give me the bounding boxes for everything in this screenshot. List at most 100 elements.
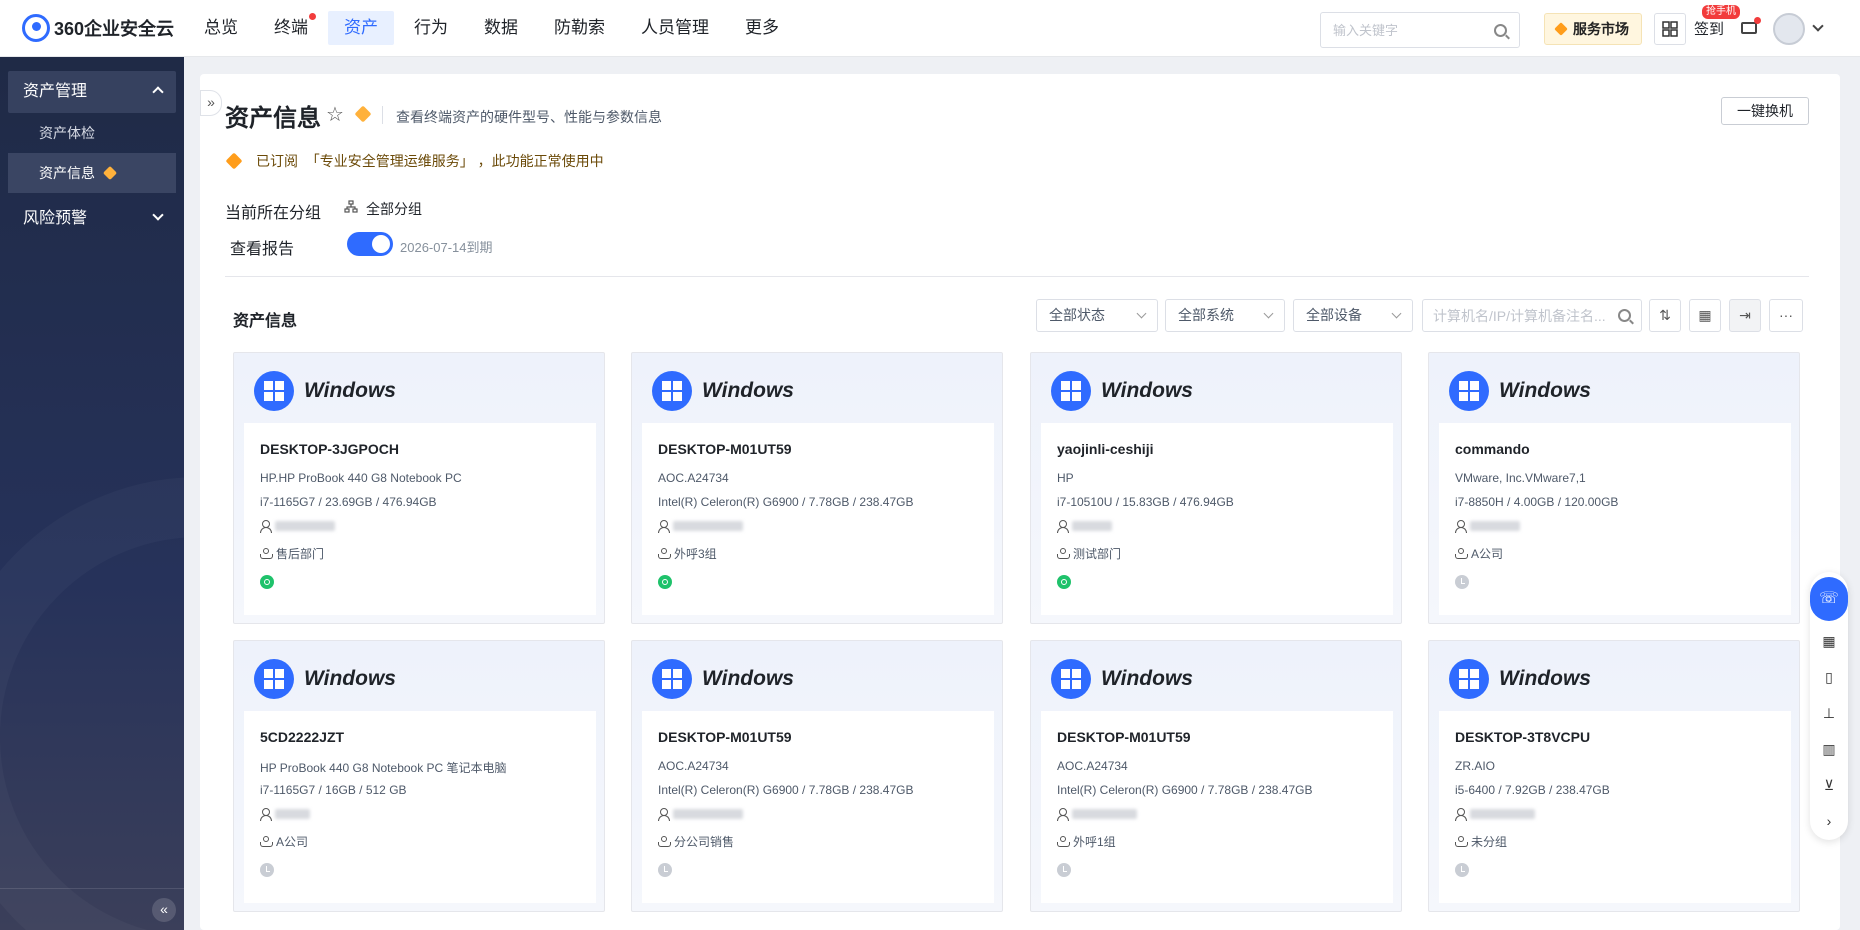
expand-panel-button[interactable]: » xyxy=(200,90,222,116)
service-market-button[interactable]: 服务市场 xyxy=(1544,13,1642,45)
status-online-icon xyxy=(260,575,274,589)
global-search-input[interactable] xyxy=(1333,22,1483,38)
mobile-icon[interactable]: ▯ xyxy=(1820,668,1838,686)
card-department: 测试部门 xyxy=(1057,545,1121,562)
diamond-icon xyxy=(1554,22,1568,36)
qrcode-icon[interactable]: ▦ xyxy=(1820,632,1838,650)
swap-machine-button[interactable]: 一键换机 xyxy=(1721,97,1809,125)
sign-badge: 抢手机 xyxy=(1702,5,1740,19)
card-model: AOC.A24734 xyxy=(658,759,729,773)
avatar[interactable] xyxy=(1773,13,1805,45)
user-icon xyxy=(1455,520,1467,533)
card-user xyxy=(260,520,335,533)
card-spec: i7-10510U / 15.83GB / 476.94GB xyxy=(1057,495,1234,509)
sidebar-group-risk-warning[interactable]: 风险预警 xyxy=(8,199,176,239)
nav-item-overview[interactable]: 总览 xyxy=(188,11,254,45)
card-os-name: Windows xyxy=(1499,379,1591,402)
sidebar-group-asset-management[interactable]: 资产管理 xyxy=(8,71,176,113)
sign-in-button[interactable]: 签到 xyxy=(1694,18,1724,39)
card-spec: i7-1165G7 / 16GB / 512 GB xyxy=(260,783,407,797)
status-filter-select[interactable]: 全部状态 xyxy=(1036,299,1158,332)
book-icon[interactable]: ▥ xyxy=(1820,740,1838,758)
asset-card[interactable]: Windows 5CD2222JZT HP ProBook 440 G8 Noteb… xyxy=(233,640,605,912)
nav-item-endpoint[interactable]: 终端 xyxy=(258,11,324,45)
masked-user-name xyxy=(275,521,335,531)
collapse-sidebar-button[interactable]: « xyxy=(152,898,176,922)
export-button[interactable]: ⇥ xyxy=(1729,299,1761,332)
card-user xyxy=(658,808,743,821)
asset-card[interactable]: Windows DESKTOP-3T8VCPU ZR.AIO i5-6400 / 7.… xyxy=(1428,640,1800,912)
page-subtitle: 查看终端资产的硬件型号、性能与参数信息 xyxy=(396,109,662,125)
search-icon[interactable] xyxy=(1618,309,1631,322)
card-spec: i7-1165G7 / 23.69GB / 476.94GB xyxy=(260,495,437,509)
sidebar: 资产管理 资产体检 资产信息 风险预警 « xyxy=(0,57,184,930)
grid-icon xyxy=(1662,21,1678,37)
department-icon xyxy=(1455,548,1468,559)
brand-logo[interactable]: 360企业安全云 xyxy=(0,0,188,57)
asset-search-input[interactable] xyxy=(1433,307,1613,324)
search-icon[interactable] xyxy=(1494,23,1507,37)
global-search xyxy=(1320,12,1520,48)
card-department: 分公司销售 xyxy=(658,833,734,850)
card-os-name: Windows xyxy=(1101,379,1193,402)
brand-name: 360企业安全云 xyxy=(54,19,175,39)
card-body: DESKTOP-3JGPOCH HP.HP ProBook 440 G8 Note… xyxy=(244,423,596,615)
sidebar-item-asset-info[interactable]: 资产信息 xyxy=(8,153,176,193)
card-body: commando VMware, Inc.VMware7,1 i7-8850H / … xyxy=(1439,423,1791,615)
sidebar-footer: « xyxy=(0,888,184,930)
grid-view-button[interactable]: ▦ xyxy=(1689,299,1721,332)
app-grid-button[interactable] xyxy=(1654,13,1686,45)
nav-item-people[interactable]: 人员管理 xyxy=(625,11,725,45)
report-expire-date: 2026-07-14到期 xyxy=(400,240,493,255)
sort-button[interactable]: ⇅ xyxy=(1649,299,1681,332)
asset-card[interactable]: Windows DESKTOP-3JGPOCH HP.HP ProBook 440 … xyxy=(233,352,605,624)
divider xyxy=(225,276,1809,277)
current-group-value[interactable]: 全部分组 xyxy=(366,199,422,219)
card-department: 外呼3组 xyxy=(658,545,717,562)
nav-item-behavior[interactable]: 行为 xyxy=(398,11,464,45)
asset-card[interactable]: Windows DESKTOP-M01UT59 AOC.A24734 Intel(R)… xyxy=(631,352,1003,624)
card-body: DESKTOP-3T8VCPU ZR.AIO i5-6400 / 7.92GB / … xyxy=(1439,711,1791,903)
nav-item-ransomware[interactable]: 防勒索 xyxy=(538,11,621,45)
asset-card[interactable]: Windows DESKTOP-M01UT59 AOC.A24734 Intel(R)… xyxy=(631,640,1003,912)
masked-user-name xyxy=(1072,809,1137,819)
asset-card[interactable]: Windows commando VMware, Inc.VMware7,1 i7-8… xyxy=(1428,352,1800,624)
windows-icon xyxy=(254,371,294,411)
user-icon xyxy=(1057,520,1069,533)
page-title: 资产信息 xyxy=(225,105,321,132)
masked-user-name xyxy=(1470,521,1520,531)
chevron-down-icon xyxy=(1136,308,1147,319)
card-spec: i7-8850H / 4.00GB / 120.00GB xyxy=(1455,495,1619,509)
more-button[interactable]: ··· xyxy=(1769,299,1803,332)
nav-item-assets[interactable]: 资产 xyxy=(328,11,394,45)
status-offline-icon xyxy=(658,863,672,877)
card-department: A公司 xyxy=(1455,545,1503,562)
asset-card[interactable]: Windows yaojinli-ceshiji HP i7-10510U / 15.… xyxy=(1030,352,1402,624)
status-online-icon xyxy=(658,575,672,589)
card-user xyxy=(1057,808,1137,821)
diamond-icon xyxy=(102,165,118,181)
card-department: 未分组 xyxy=(1455,833,1507,850)
customer-support-button[interactable]: ☏ xyxy=(1810,577,1848,621)
chevron-right-icon[interactable]: › xyxy=(1820,812,1838,830)
status-offline-icon xyxy=(1455,575,1469,589)
sidebar-item-asset-check[interactable]: 资产体检 xyxy=(8,113,176,153)
report-toggle[interactable] xyxy=(347,232,393,256)
card-model: HP xyxy=(1057,471,1074,485)
cart-icon[interactable]: ⊻ xyxy=(1820,776,1838,794)
star-icon[interactable]: ☆ xyxy=(326,102,344,127)
system-filter-select[interactable]: 全部系统 xyxy=(1165,299,1285,332)
logo-icon xyxy=(22,14,50,42)
card-body: DESKTOP-M01UT59 AOC.A24734 Intel(R) Celero… xyxy=(642,423,994,615)
user-icon xyxy=(1455,808,1467,821)
masked-user-name xyxy=(275,809,310,819)
org-tree-icon[interactable]: ⊥ xyxy=(1820,704,1838,722)
asset-card[interactable]: Windows DESKTOP-M01UT59 AOC.A24734 Intel(R)… xyxy=(1030,640,1402,912)
card-user xyxy=(260,808,310,821)
card-department: A公司 xyxy=(260,833,308,850)
nav-item-data[interactable]: 数据 xyxy=(468,11,534,45)
nav-item-more[interactable]: 更多 xyxy=(729,11,795,45)
device-filter-select[interactable]: 全部设备 xyxy=(1293,299,1413,332)
title-divider xyxy=(382,106,383,124)
mail-icon[interactable] xyxy=(1741,17,1761,34)
